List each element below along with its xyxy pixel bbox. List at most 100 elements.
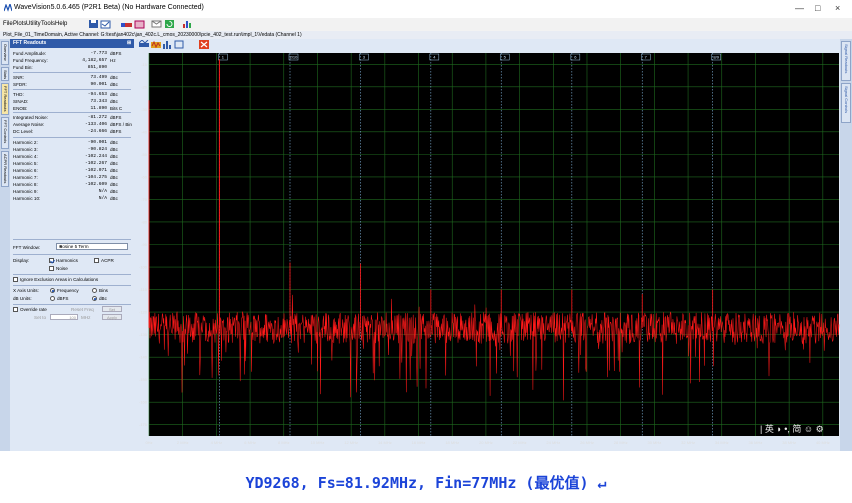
spectrum-tool-icon[interactable] xyxy=(139,40,149,49)
maximize-button[interactable]: □ xyxy=(815,3,820,13)
readout-value: 73.343 xyxy=(90,99,107,104)
minimize-button[interactable]: — xyxy=(795,3,804,13)
readout-row: Harmonic 4: -102.244 dBc xyxy=(13,154,133,161)
readout-value: N/A xyxy=(98,189,107,194)
plot-colorbar-icon[interactable] xyxy=(121,19,132,29)
tab-stats-label: Stats xyxy=(3,70,8,80)
menu-plots[interactable]: Plots xyxy=(13,21,26,27)
x-axis-units-label: X Axis Units: xyxy=(13,288,39,293)
fft-spectrum-chart[interactable]: -10 -20 -30 -40 -50 -60 -70 -80 -90 -100 -110 -120 -… xyxy=(134,51,840,451)
set-button[interactable]: Set xyxy=(102,306,122,312)
readout-label: Harmonic 5: xyxy=(13,161,38,166)
readout-value: -24.666 xyxy=(87,129,107,134)
x-tick-label: 22 MHz xyxy=(513,440,527,445)
readout-row: Harmonic 7: -104.275 dBc xyxy=(13,175,133,182)
readout-row: Harmonic 10: N/A dBc xyxy=(13,196,133,203)
acpr-label: ACPR xyxy=(101,258,114,263)
menu-utility[interactable]: Utility xyxy=(26,21,41,27)
readout-value: 90.001 xyxy=(90,82,107,87)
fit-tool-icon[interactable] xyxy=(174,40,184,49)
readout-row: SNR: 73.499 dBc xyxy=(13,75,133,82)
readout-label: Harmonic 7: xyxy=(13,175,38,180)
readout-unit: dBc xyxy=(110,147,118,152)
readout-value: -81.272 xyxy=(87,115,107,120)
readout-value: 73.499 xyxy=(90,75,107,80)
divider xyxy=(13,254,131,255)
readout-label: Fund Amplitude: xyxy=(13,51,47,56)
tab-fft-controls[interactable]: FFT Controls xyxy=(1,117,9,149)
tab-signal-controls[interactable]: Signal Controls xyxy=(841,83,851,123)
window-title: WaveVision5.0.6.465 (P2R1 Beta) (No Hard… xyxy=(14,4,204,11)
readout-label: Harmonic 4: xyxy=(13,154,38,159)
frequency-radio[interactable] xyxy=(50,288,55,293)
tab-fft-readouts[interactable]: FFT Readouts xyxy=(1,83,9,115)
readout-value: -7.773 xyxy=(90,51,107,56)
pin-icon[interactable]: ⊞ xyxy=(127,40,131,46)
readout-row: Integrated Noise: -81.272 dBFS xyxy=(13,115,133,122)
refresh-icon[interactable] xyxy=(164,19,175,29)
dbfs-radio[interactable] xyxy=(50,296,55,301)
tab-fft-readouts-label: FFT Readouts xyxy=(3,86,8,112)
panel-title: FFT Readouts xyxy=(13,40,47,46)
save-icon[interactable] xyxy=(88,19,99,29)
readout-row: Harmonic 8: -102.609 dBc xyxy=(13,182,133,189)
open-file-icon[interactable] xyxy=(100,19,111,29)
harmonics-checkbox[interactable] xyxy=(49,258,54,263)
display-label: Display: xyxy=(13,258,30,263)
bar-tool-icon[interactable] xyxy=(162,40,172,49)
close-plot-icon[interactable] xyxy=(199,40,209,49)
readout-row: Harmonic 9: N/A dBc xyxy=(13,189,133,196)
tab-signal-readouts[interactable]: Signal Readouts xyxy=(841,41,851,81)
close-button[interactable]: × xyxy=(835,3,840,13)
readout-value: -133.406 xyxy=(84,122,107,127)
mail-icon[interactable] xyxy=(151,19,162,29)
tab-acpr-readouts[interactable]: ACPR Readouts xyxy=(1,151,9,187)
title-bar: WaveVision5.0.6.465 (P2R1 Beta) (No Hard… xyxy=(0,0,852,18)
acpr-checkbox[interactable] xyxy=(94,258,99,263)
menu-help[interactable]: Help xyxy=(55,21,67,27)
x-tick-label: 28 MHz xyxy=(614,440,628,445)
rate-input[interactable]: 100 xyxy=(50,314,78,320)
waveform-tool-icon[interactable] xyxy=(151,40,161,49)
ignore-exclusion-checkbox[interactable] xyxy=(13,277,18,282)
readout-row: Average Noise: -133.406 dBFS / Bin xyxy=(13,122,133,129)
x-tick-label: 12 MHz xyxy=(344,440,358,445)
harmonic-marker-label: 8/9 xyxy=(713,55,719,60)
compare-icon[interactable] xyxy=(134,19,145,29)
x-tick-label: 2 MHz xyxy=(177,440,189,445)
readout-unit: Hz xyxy=(110,58,116,63)
override-rate-checkbox[interactable] xyxy=(13,307,18,312)
y-tick-label: -170 xyxy=(139,422,148,427)
tab-stats[interactable]: Stats xyxy=(1,67,9,81)
fft-readouts-panel: FFT Readouts ⊞ Fund Amplitude: -7.773 dBFS… xyxy=(10,39,135,451)
divider xyxy=(13,89,131,90)
readout-value: -102.244 xyxy=(84,154,107,159)
readout-label: Harmonic 8: xyxy=(13,182,38,187)
readout-value: -102.267 xyxy=(84,161,107,166)
menu-tools[interactable]: Tools xyxy=(41,21,55,27)
x-tick-label: 10 MHz xyxy=(311,440,325,445)
tab-fft-controls-label: FFT Controls xyxy=(3,120,8,144)
menu-file[interactable]: File xyxy=(3,21,13,27)
fft-window-label: FFT Window: xyxy=(13,245,41,250)
apply-button[interactable]: Apply xyxy=(102,314,122,320)
dbfs-label: dBFS xyxy=(57,296,69,301)
harmonic-marker-label: 2/10 xyxy=(290,55,299,60)
readout-unit: dBc xyxy=(110,99,118,104)
y-tick-label: -70 xyxy=(141,197,148,202)
dbc-radio[interactable] xyxy=(92,296,97,301)
readout-value: -102.071 xyxy=(84,168,107,173)
bins-radio[interactable] xyxy=(92,288,97,293)
tab-overview[interactable]: Overview xyxy=(1,41,9,65)
ignore-exclusion-label: Ignore Exclusion Areas in Calculations xyxy=(20,277,99,282)
harmonics-label: Harmonics xyxy=(56,258,78,263)
readout-row: Harmonic 2: -90.001 dBc xyxy=(13,140,133,147)
noise-checkbox[interactable] xyxy=(49,266,54,271)
fft-window-select[interactable]: Cosine 5 Term ▼ xyxy=(56,243,128,250)
readout-unit: dBc xyxy=(110,140,118,145)
y-tick-label: -10 xyxy=(141,62,148,67)
chart-icon[interactable] xyxy=(182,19,193,29)
divider xyxy=(13,304,131,305)
readout-label: Fund Bin: xyxy=(13,65,33,70)
chevron-down-icon: ▼ xyxy=(59,244,63,249)
